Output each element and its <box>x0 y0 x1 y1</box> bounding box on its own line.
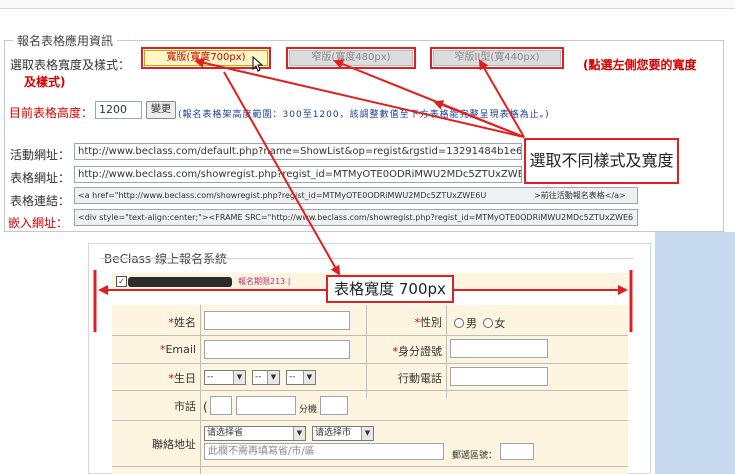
arrow-to-tab-wide <box>194 57 525 138</box>
annotation-arrows <box>93 57 633 332</box>
callout-select-style: 選取不同樣式及寬度 <box>524 138 679 184</box>
arrow-to-tab-narrow-ii <box>478 59 525 138</box>
arrow-tab-to-width <box>223 71 340 276</box>
callout-table-width: 表格寬度 700px <box>326 275 454 303</box>
